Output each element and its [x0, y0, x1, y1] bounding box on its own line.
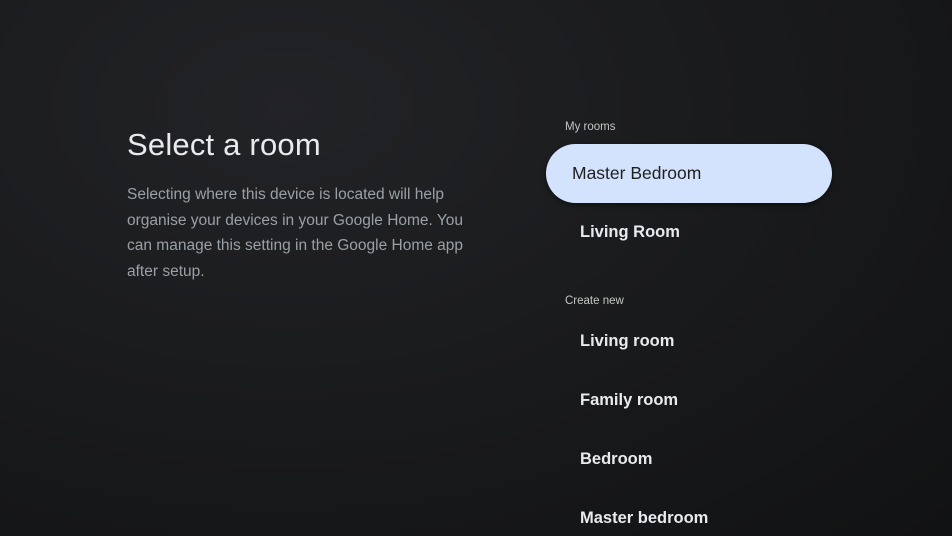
create-option-master-bedroom[interactable]: Master bedroom: [546, 489, 832, 536]
section-header-create-new: Create new: [565, 295, 624, 307]
create-new-list: Living room Family room Bedroom Master b…: [546, 312, 836, 536]
room-selection-list: My rooms Master Bedroom Living Room Crea…: [546, 116, 836, 536]
create-option-bedroom[interactable]: Bedroom: [546, 430, 832, 489]
section-header-my-rooms: My rooms: [565, 121, 616, 133]
room-option-living-room[interactable]: Living Room: [546, 203, 832, 262]
my-rooms-list: Master Bedroom Living Room: [546, 144, 836, 262]
info-panel: Select a room Selecting where this devic…: [127, 126, 477, 284]
create-option-family-room[interactable]: Family room: [546, 371, 832, 430]
page-title: Select a room: [127, 127, 321, 162]
create-option-living-room[interactable]: Living room: [546, 312, 832, 371]
room-option-master-bedroom[interactable]: Master Bedroom: [546, 144, 832, 203]
page-description: Selecting where this device is located w…: [127, 186, 464, 280]
